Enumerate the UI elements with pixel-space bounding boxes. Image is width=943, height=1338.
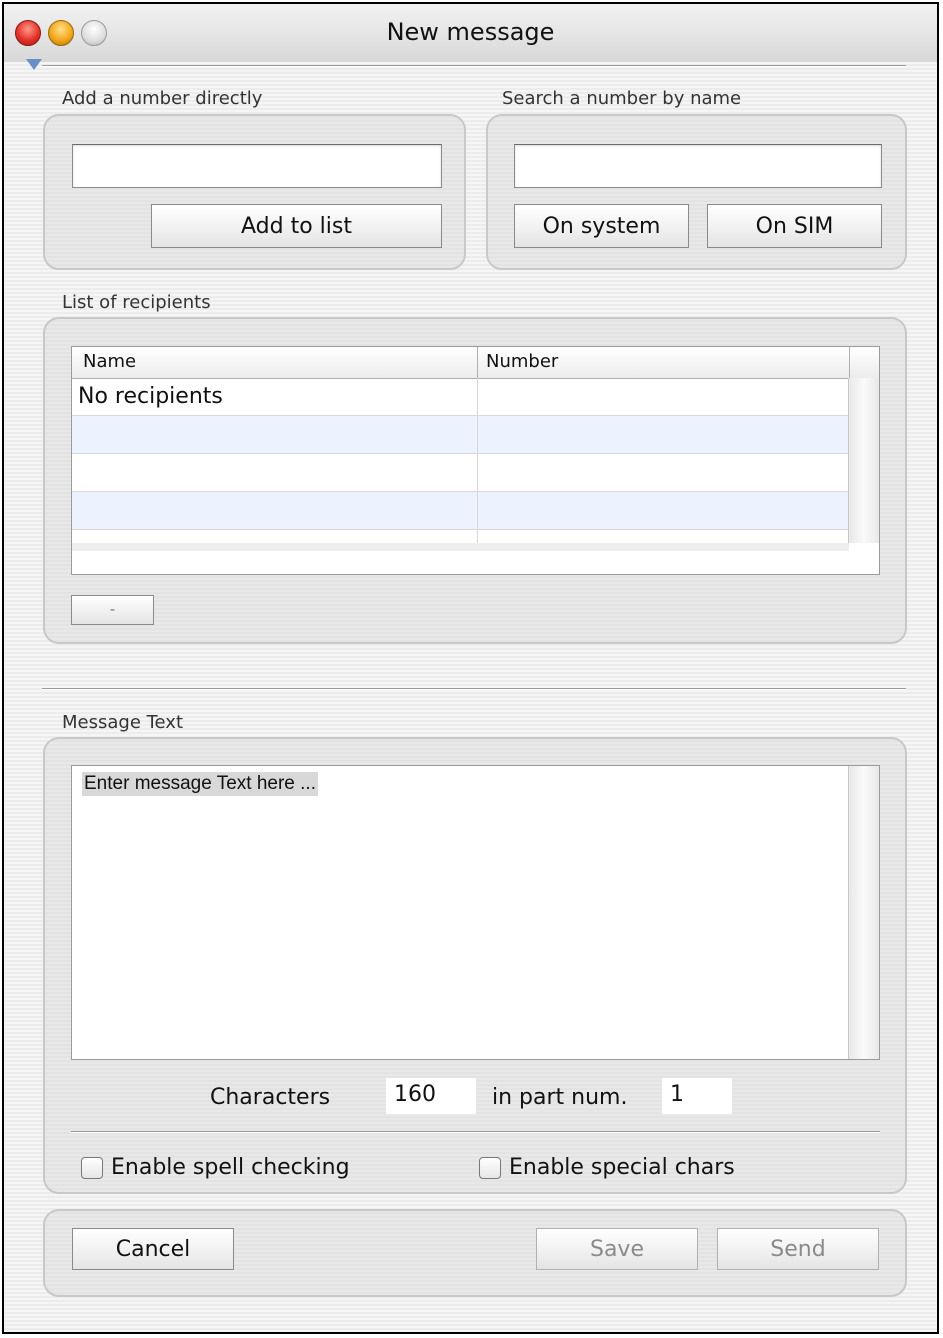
new-message-window: New message Add a number directly Add to… [2,2,939,1334]
spell-checking-option[interactable]: Enable spell checking [81,1155,350,1180]
column-header-number[interactable]: Number [486,351,558,372]
table-row[interactable] [72,492,849,530]
recipients-label: List of recipients [62,292,211,313]
recipient-name-cell: No recipients [78,384,223,409]
window-title: New message [386,18,555,46]
search-number-group: On system On SIM [486,114,907,270]
send-button[interactable]: Send [717,1228,879,1270]
message-text-label: Message Text [62,712,184,733]
table-row[interactable]: No recipients [72,378,849,416]
remove-recipient-button[interactable]: - [71,595,154,625]
special-chars-checkbox[interactable] [479,1156,501,1179]
actions-group: Cancel Save Send [43,1209,907,1297]
column-header-name[interactable]: Name [83,351,136,372]
search-on-system-button[interactable]: On system [514,204,689,248]
options-separator [71,1131,880,1133]
top-separator [42,65,906,67]
title-bar[interactable]: New message [4,4,937,62]
cancel-button[interactable]: Cancel [72,1228,234,1270]
column-divider [477,378,478,543]
table-vertical-scrollbar[interactable] [848,378,879,543]
message-text-area[interactable]: Enter message Text here ... [71,765,880,1060]
add-to-list-button[interactable]: Add to list [151,204,442,248]
column-divider [477,347,478,378]
table-horizontal-scrollbar[interactable] [72,543,849,551]
middle-separator [42,688,906,690]
recipients-table[interactable]: Name Number No recipients [71,346,880,575]
message-vertical-scrollbar[interactable] [848,766,879,1059]
search-number-label: Search a number by name [502,88,742,109]
message-text-content: Enter message Text here ... [82,772,318,796]
search-name-input[interactable] [514,144,882,188]
direct-number-input[interactable] [72,144,442,188]
search-on-sim-button[interactable]: On SIM [707,204,882,248]
add-number-group: Add to list [43,114,466,270]
special-chars-label: Enable special chars [509,1155,735,1180]
part-number-label: in part num. [492,1085,628,1110]
disclosure-triangle-icon[interactable] [26,59,42,70]
spell-checking-checkbox[interactable] [81,1156,103,1179]
table-row[interactable] [72,454,849,492]
part-number-field: 1 [662,1078,732,1114]
column-divider [849,347,850,378]
special-chars-option[interactable]: Enable special chars [479,1155,735,1180]
save-button[interactable]: Save [536,1228,698,1270]
table-header: Name Number [72,347,879,379]
characters-label: Characters [210,1085,331,1110]
characters-count-field: 160 [386,1078,476,1114]
table-row[interactable] [72,416,849,454]
spell-checking-label: Enable spell checking [111,1155,350,1180]
add-number-label: Add a number directly [62,88,263,109]
